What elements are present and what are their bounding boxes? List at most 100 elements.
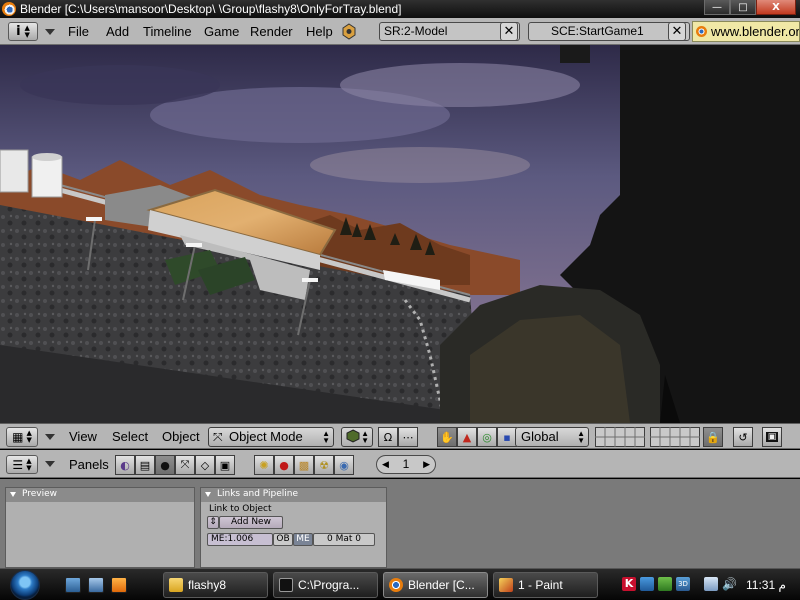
start-button[interactable] <box>10 570 40 600</box>
object-context-icon[interactable]: ⤧ <box>175 455 195 475</box>
console-icon <box>279 578 293 592</box>
translate-icon[interactable]: ▲ <box>457 427 477 447</box>
link-to-object-label: Link to Object <box>209 504 272 514</box>
logic-context-icon[interactable]: ◐ <box>115 455 135 475</box>
3d-viewport[interactable] <box>0 45 800 423</box>
scene-context-icon[interactable]: ▣ <box>215 455 235 475</box>
panel-title: Preview <box>22 489 58 499</box>
window-title: Blender [C:\Users\mansoor\Desktop\ \Grou… <box>20 2 402 16</box>
collapse-menus-icon[interactable] <box>45 434 55 440</box>
snap-icon[interactable]: ⋯ <box>398 427 418 447</box>
task-blender[interactable]: Blender [C... <box>383 572 488 598</box>
info-header: i ▲ ▼ File Add Timeline Game Render Help … <box>0 18 800 45</box>
collapse-triangle-icon[interactable] <box>10 492 16 497</box>
windows-taskbar: flashy8 C:\Progra... Blender [C... 1 - P… <box>0 568 800 600</box>
updown-arrows-icon: ▲ ▼ <box>322 429 330 445</box>
ob-toggle[interactable]: OB <box>273 533 293 546</box>
editor-type-button[interactable]: ▦ ▲ ▼ <box>6 427 38 447</box>
editing-context-icon[interactable]: ◇ <box>195 455 215 475</box>
layer-buttons-icon[interactable] <box>595 427 645 447</box>
layers-group-2 <box>650 427 700 447</box>
display-app-icon[interactable]: 3D <box>676 577 690 591</box>
panel-title: Links and Pipeline <box>217 489 298 499</box>
delete-screen-button[interactable]: ✕ <box>500 22 518 41</box>
collapse-menus-icon[interactable] <box>45 461 55 467</box>
layer-buttons-icon[interactable] <box>650 427 700 447</box>
window-type-button[interactable]: i ▲ ▼ <box>8 22 38 41</box>
menu-help[interactable]: Help <box>306 24 333 39</box>
menu-game[interactable]: Game <box>204 24 239 39</box>
minimize-button[interactable]: — <box>704 0 730 15</box>
add-new-button[interactable]: Add New <box>219 516 283 529</box>
media-player-icon[interactable] <box>111 577 127 593</box>
update-icon[interactable] <box>658 577 672 591</box>
mesh-name-field[interactable]: ME:1.006 <box>207 533 273 546</box>
menu-select[interactable]: Select <box>112 429 148 444</box>
blender-logo-icon <box>696 26 707 37</box>
task-label: Blender [C... <box>408 578 475 592</box>
orientation-dropdown[interactable]: Global ▲ ▼ <box>515 427 589 447</box>
links-panel-header[interactable]: Links and Pipeline <box>201 488 386 502</box>
collapse-menus-icon[interactable] <box>45 29 55 35</box>
collapse-triangle-icon[interactable] <box>205 492 211 497</box>
show-desktop-icon[interactable] <box>65 577 81 593</box>
task-label: 1 - Paint <box>518 578 563 592</box>
mode-dropdown[interactable]: ⤧ Object Mode ▲ ▼ <box>208 427 334 447</box>
menu-file[interactable]: File <box>68 24 89 39</box>
links-pipeline-panel: Links and Pipeline Link to Object ⇕ Add … <box>200 487 387 568</box>
network-icon[interactable] <box>704 577 718 591</box>
menu-add[interactable]: Add <box>106 24 129 39</box>
game-scene-render <box>0 45 800 423</box>
task-paint[interactable]: 1 - Paint <box>493 572 598 598</box>
task-flashy8[interactable]: flashy8 <box>163 572 268 598</box>
scene-name-field[interactable]: SCE:StartGame1 <box>528 22 690 41</box>
script-context-icon[interactable]: ▤ <box>135 455 155 475</box>
render-icon[interactable]: ▣ <box>762 427 782 447</box>
material-count-field[interactable]: 0 Mat 0 <box>313 533 375 546</box>
hand-manipulator-icon[interactable]: ✋ <box>437 427 457 447</box>
maximize-button[interactable]: □ <box>730 0 756 15</box>
editor-type-button[interactable]: ☰ ▲ ▼ <box>6 455 38 474</box>
orientation-label: Global <box>521 429 559 444</box>
window-titlebar[interactable]: Blender [C:\Users\mansoor\Desktop\ \Grou… <box>0 0 800 18</box>
menu-view[interactable]: View <box>69 429 97 444</box>
menu-object[interactable]: Object <box>162 429 200 444</box>
switch-windows-icon[interactable] <box>88 577 104 593</box>
draw-type-dropdown[interactable]: ▲ ▼ <box>341 427 373 447</box>
menu-timeline[interactable]: Timeline <box>143 24 192 39</box>
frame-number-field[interactable]: ◀ 1 ▶ <box>376 455 436 474</box>
layers-group-1 <box>595 427 645 447</box>
world-icon[interactable]: ◉ <box>334 455 354 475</box>
me-toggle[interactable]: ME <box>293 533 313 546</box>
shading-context-icon[interactable]: ● <box>155 455 175 475</box>
lock-icon[interactable]: 🔒 <box>703 427 723 447</box>
screen-name-field[interactable]: SR:2-Model <box>379 22 520 41</box>
system-clock[interactable]: 11:31 م <box>746 578 786 592</box>
task-command-prompt[interactable]: C:\Progra... <box>273 572 378 598</box>
scale-icon[interactable]: ▪ <box>497 427 517 447</box>
preview-panel-header[interactable]: Preview <box>6 488 194 502</box>
browse-material-button[interactable]: ⇕ <box>207 516 219 529</box>
pivot-icon[interactable]: Ω <box>378 427 398 447</box>
rotate-icon[interactable]: ◎ <box>477 427 497 447</box>
lamp-icon[interactable]: ✺ <box>254 455 274 475</box>
chevron-right-icon[interactable]: ▶ <box>423 456 430 473</box>
network-app-icon[interactable] <box>640 577 654 591</box>
close-button[interactable]: X <box>756 0 796 15</box>
blender-website-link[interactable]: www.blender.org <box>692 21 800 42</box>
render-preview-icon[interactable]: ↺ <box>733 427 753 447</box>
blender-icon <box>389 578 403 592</box>
updown-arrows-icon: ▲ ▼ <box>577 429 585 445</box>
texture-icon[interactable]: ▩ <box>294 455 314 475</box>
volume-icon[interactable]: 🔊 <box>722 577 737 591</box>
chevron-left-icon[interactable]: ◀ <box>382 456 389 473</box>
screen: Blender [C:\Users\mansoor\Desktop\ \Grou… <box>0 0 800 600</box>
delete-scene-button[interactable]: ✕ <box>668 22 686 41</box>
antivirus-icon[interactable]: K <box>622 577 636 591</box>
material-icon[interactable]: ● <box>274 455 294 475</box>
links-panel-body: Link to Object ⇕ Add New ME:1.006 OB ME … <box>201 502 386 567</box>
screen-browse-icon[interactable] <box>341 22 357 41</box>
task-label: C:\Progra... <box>298 578 360 592</box>
radio-icon[interactable]: ☢ <box>314 455 334 475</box>
menu-render[interactable]: Render <box>250 24 293 39</box>
